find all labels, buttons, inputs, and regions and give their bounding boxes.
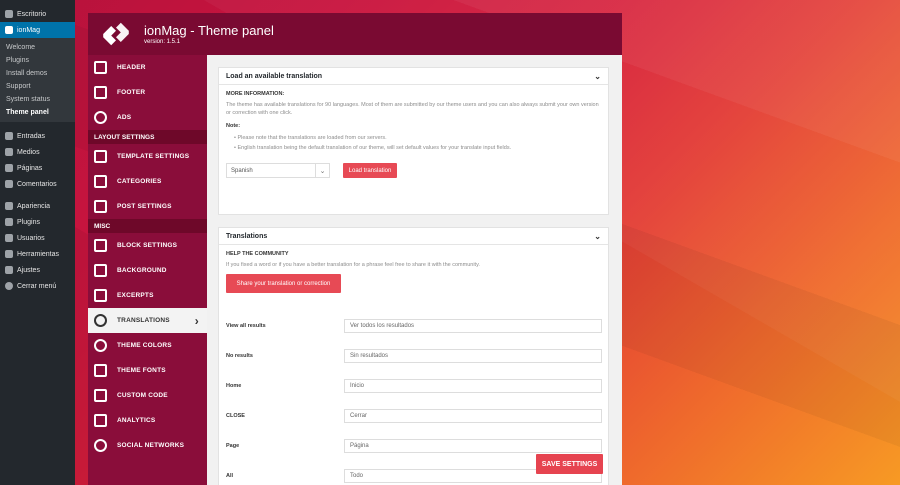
- wp-menu-collapse[interactable]: Cerrar menú: [0, 278, 75, 294]
- globe-icon: [94, 314, 107, 327]
- chevron-down-icon[interactable]: ⌄: [594, 232, 601, 241]
- save-settings-button[interactable]: SAVE SETTINGS: [536, 454, 603, 474]
- theme-icon: [5, 26, 13, 34]
- translation-row: CLOSE Cerrar: [226, 409, 603, 423]
- tnav-custom-code[interactable]: CUSTOM CODE: [88, 383, 207, 408]
- wp-submenu-ionmag: Welcome Plugins Install demos Support Sy…: [0, 38, 75, 122]
- share-translation-button[interactable]: Share your translation or correction: [226, 274, 341, 293]
- tnav-block-settings[interactable]: BLOCK SETTINGS: [88, 233, 207, 258]
- translation-row: View all results Ver todos los resultados: [226, 319, 603, 333]
- wp-sub-theme-panel[interactable]: Theme panel: [0, 106, 75, 119]
- tnav-header[interactable]: HEADER: [88, 55, 207, 80]
- dashboard-icon: [5, 10, 13, 18]
- tnav-ads[interactable]: ADS: [88, 105, 207, 130]
- translation-input[interactable]: Cerrar: [344, 409, 602, 423]
- block-icon: [94, 239, 107, 252]
- tnav-social-networks[interactable]: SOCIAL NETWORKS: [88, 433, 207, 458]
- translations-header[interactable]: Translations ⌄: [219, 228, 608, 245]
- chart-icon: [94, 414, 107, 427]
- translation-row: Page Página: [226, 439, 603, 453]
- code-icon: [94, 389, 107, 402]
- wp-menu-herramientas[interactable]: Herramientas: [0, 246, 75, 262]
- help-label: HELP THE COMMUNITY: [226, 251, 289, 257]
- post-icon: [94, 200, 107, 213]
- wp-menu-medios[interactable]: Medios: [0, 144, 75, 160]
- theme-nav: HEADER FOOTER ADS LAYOUT SETTINGS TEMPLA…: [88, 55, 207, 485]
- template-icon: [94, 150, 107, 163]
- translation-row: Home Inicio: [226, 379, 603, 393]
- more-info-text: The theme has available translations for…: [226, 102, 599, 116]
- note-item: • Please note that the translations are …: [234, 135, 387, 141]
- translation-input[interactable]: Página: [344, 439, 602, 453]
- theme-panel-header: ionMag - Theme panel version: 1.5.1: [88, 13, 622, 55]
- tnav-footer[interactable]: FOOTER: [88, 80, 207, 105]
- wp-menu-ionmag[interactable]: ionMag: [0, 22, 75, 38]
- wp-menu-ajustes[interactable]: Ajustes: [0, 262, 75, 278]
- wp-menu-escritorio[interactable]: Escritorio: [0, 6, 75, 22]
- tnav-section-misc: MISC: [88, 219, 207, 233]
- tnav-template-settings[interactable]: TEMPLATE SETTINGS: [88, 144, 207, 169]
- palette-icon: [94, 339, 107, 352]
- wp-sub-plugins[interactable]: Plugins: [0, 54, 75, 67]
- document-icon: [94, 289, 107, 302]
- page-icon: [5, 164, 13, 172]
- load-translation-button[interactable]: Load translation: [343, 163, 397, 178]
- panel-version: version: 1.5.1: [144, 39, 181, 45]
- wp-sub-support[interactable]: Support: [0, 80, 75, 93]
- tnav-theme-fonts[interactable]: THEME FONTS: [88, 358, 207, 383]
- wp-menu-usuarios[interactable]: Usuarios: [0, 230, 75, 246]
- categories-icon: [94, 175, 107, 188]
- translation-input[interactable]: Inicio: [344, 379, 602, 393]
- chevron-down-icon: ⌄: [315, 164, 329, 177]
- tnav-background[interactable]: BACKGROUND: [88, 258, 207, 283]
- more-info-label: MORE INFORMATION:: [226, 91, 285, 97]
- wrench-icon: [5, 250, 13, 258]
- laptop-icon: [94, 86, 107, 99]
- translation-input[interactable]: Sin resultados: [344, 349, 602, 363]
- load-translation-header[interactable]: Load an available translation ⌄: [219, 68, 608, 85]
- note-label: Note:: [226, 123, 241, 129]
- users-icon: [5, 234, 13, 242]
- image-icon: [94, 264, 107, 277]
- target-icon: [94, 111, 107, 124]
- language-select[interactable]: Spanish ⌄: [226, 163, 330, 178]
- tnav-section-layout: LAYOUT SETTINGS: [88, 130, 207, 144]
- header-icon: [94, 61, 107, 74]
- help-text: If you fixed a word or if you have a bet…: [226, 262, 480, 268]
- tnav-theme-colors[interactable]: THEME COLORS: [88, 333, 207, 358]
- wp-menu-plugins[interactable]: Plugins: [0, 214, 75, 230]
- plugin-icon: [5, 218, 13, 226]
- translations-box: Translations ⌄ HELP THE COMMUNITY If you…: [218, 227, 609, 485]
- wp-menu-entradas[interactable]: Entradas: [0, 128, 75, 144]
- wp-sub-welcome[interactable]: Welcome: [0, 41, 75, 54]
- wp-sub-install-demos[interactable]: Install demos: [0, 67, 75, 80]
- panel-title: ionMag - Theme panel: [144, 23, 274, 38]
- wp-sub-system-status[interactable]: System status: [0, 93, 75, 106]
- share-icon: [94, 439, 107, 452]
- collapse-icon: [5, 282, 13, 290]
- translation-row: No results Sin resultados: [226, 349, 603, 363]
- note-item: • English translation being the default …: [234, 145, 512, 151]
- pin-icon: [5, 132, 13, 140]
- chevron-down-icon[interactable]: ⌄: [594, 72, 601, 81]
- settings-icon: [5, 266, 13, 274]
- wp-admin-sidebar: Escritorio ionMag Welcome Plugins Instal…: [0, 0, 75, 485]
- media-icon: [5, 148, 13, 156]
- wp-menu-paginas[interactable]: Páginas: [0, 160, 75, 176]
- comment-icon: [5, 180, 13, 188]
- ionmag-logo-icon: [103, 22, 129, 46]
- brush-icon: [5, 202, 13, 210]
- tnav-excerpts[interactable]: EXCERPTS: [88, 283, 207, 308]
- tnav-categories[interactable]: CATEGORIES: [88, 169, 207, 194]
- wp-menu-apariencia[interactable]: Apariencia: [0, 198, 75, 214]
- translation-input[interactable]: Ver todos los resultados: [344, 319, 602, 333]
- load-translation-box: Load an available translation ⌄ MORE INF…: [218, 67, 609, 215]
- wp-menu-comentarios[interactable]: Comentarios: [0, 176, 75, 192]
- tnav-analytics[interactable]: ANALYTICS: [88, 408, 207, 433]
- tnav-post-settings[interactable]: POST SETTINGS: [88, 194, 207, 219]
- font-icon: [94, 364, 107, 377]
- tnav-translations[interactable]: TRANSLATIONS ›: [88, 308, 207, 333]
- chevron-right-icon: ›: [194, 313, 199, 328]
- content-area: Load an available translation ⌄ MORE INF…: [207, 55, 622, 485]
